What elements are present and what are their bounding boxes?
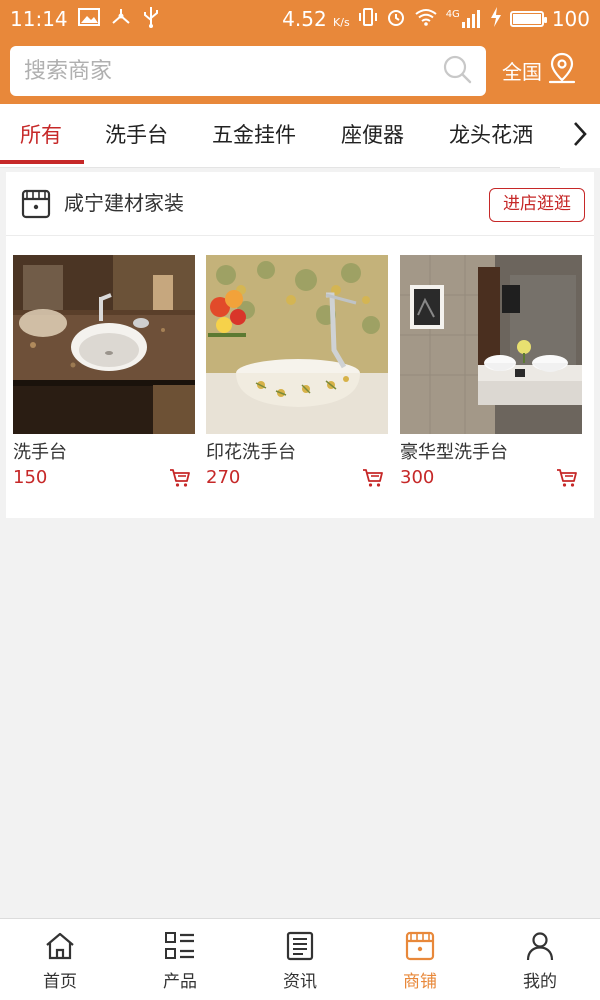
product-name: 豪华型洗手台 — [400, 442, 508, 463]
home-icon — [44, 929, 76, 963]
shop-name[interactable]: 咸宁建材家装 — [64, 188, 184, 218]
add-to-cart-icon[interactable] — [556, 468, 578, 488]
alarm-icon — [386, 7, 406, 32]
news-icon — [285, 929, 315, 963]
tab-toilet[interactable]: 座便器 — [341, 104, 404, 168]
product-card[interactable]: 豪华型洗手台 300 — [400, 255, 582, 490]
shop-header: 咸宁建材家装 进店逛逛 — [6, 172, 594, 236]
product-image-luxury-washbasin[interactable] — [400, 255, 582, 434]
product-list-icon — [164, 929, 196, 963]
tab-hardware[interactable]: 五金挂件 — [212, 104, 296, 168]
product-name: 洗手台 — [13, 442, 67, 463]
product-price: 270 — [206, 467, 241, 488]
nav-news-label: 资讯 — [283, 972, 317, 992]
battery-percent: 100 — [551, 7, 590, 31]
bottom-nav: 首页 产品 资讯 商铺 我的 — [0, 918, 600, 1000]
battery-icon — [509, 11, 547, 27]
app-header: 全国 — [0, 38, 600, 104]
product-image-printed-washbasin[interactable] — [206, 255, 388, 434]
nav-home[interactable]: 首页 — [0, 919, 120, 1000]
product-image-washbasin[interactable] — [13, 255, 195, 434]
tab-all[interactable]: 所有 — [20, 104, 62, 168]
active-tab-indicator — [0, 160, 84, 164]
product-price: 300 — [400, 467, 435, 488]
product-card[interactable]: 印花洗手台 270 — [206, 255, 388, 490]
search-input[interactable] — [24, 58, 442, 84]
nav-home-label: 首页 — [43, 972, 77, 992]
store-icon — [20, 188, 52, 224]
nav-store[interactable]: 商铺 — [360, 919, 480, 1000]
wifi-icon — [414, 7, 438, 31]
network-speed: 4.52 K/s — [282, 7, 350, 31]
status-time: 11:14 — [10, 7, 68, 31]
category-tabs: 所有 洗手台 五金挂件 座便器 龙头花洒 — [0, 104, 600, 168]
chevron-right-icon — [572, 120, 588, 152]
status-bar: 11:14 4.52 K/s 4G 100 — [0, 0, 600, 38]
visit-store-button[interactable]: 进店逛逛 — [489, 188, 585, 222]
add-to-cart-icon[interactable] — [169, 468, 191, 488]
share-icon — [110, 7, 132, 32]
user-icon — [525, 929, 555, 963]
tab-faucet-shower[interactable]: 龙头花洒 — [449, 104, 533, 168]
product-name: 印花洗手台 — [206, 442, 296, 463]
nav-products-label: 产品 — [163, 972, 197, 992]
nav-products[interactable]: 产品 — [120, 919, 240, 1000]
charging-icon — [490, 6, 502, 32]
usb-icon — [142, 6, 160, 33]
shop-card: 咸宁建材家装 进店逛逛 洗手台 150 印花洗手台 270 豪华型洗手台 300 — [6, 172, 594, 518]
nav-me-label: 我的 — [523, 972, 557, 992]
search-bar[interactable] — [10, 46, 486, 96]
tab-washbasin[interactable]: 洗手台 — [105, 104, 168, 168]
nav-me[interactable]: 我的 — [480, 919, 600, 1000]
tabs-scroll-right-button[interactable] — [560, 104, 600, 168]
signal-icon: 4G — [446, 10, 482, 28]
search-icon[interactable] — [442, 54, 472, 88]
nav-news[interactable]: 资讯 — [240, 919, 360, 1000]
gallery-icon — [77, 7, 100, 31]
region-selector[interactable]: 全国 — [502, 50, 576, 90]
vibrate-icon — [358, 7, 378, 32]
product-price: 150 — [13, 467, 48, 488]
region-label: 全国 — [502, 59, 542, 84]
add-to-cart-icon[interactable] — [362, 468, 384, 488]
nav-store-label: 商铺 — [403, 972, 437, 992]
product-card[interactable]: 洗手台 150 — [13, 255, 195, 490]
store-icon — [404, 929, 436, 963]
location-pin-icon — [548, 52, 576, 89]
